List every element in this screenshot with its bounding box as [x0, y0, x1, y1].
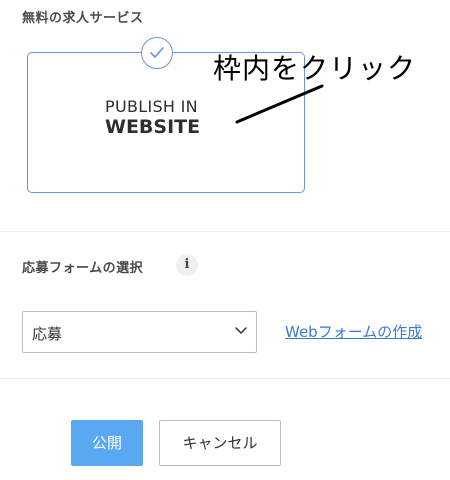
chevron-down-icon [235, 327, 247, 334]
application-form-label: 応募フォームの選択 [22, 261, 144, 276]
check-icon [150, 47, 164, 58]
section-title-free-service: 無料の求人サービス [22, 11, 144, 26]
divider-bottom [0, 378, 450, 379]
info-icon[interactable]: i [176, 254, 198, 276]
publish-button[interactable]: 公開 [71, 420, 143, 466]
publish-logo-line1: PUBLISH IN [105, 97, 198, 116]
annotation-text: 枠内をクリック [213, 52, 417, 85]
application-form-select[interactable]: 応募 [22, 311, 257, 353]
select-value: 応募 [32, 325, 63, 343]
selected-check-badge [141, 37, 173, 69]
cancel-button[interactable]: キャンセル [159, 420, 281, 466]
create-webform-link[interactable]: Webフォームの作成 [285, 321, 422, 342]
publish-logo-line2: WEBSITE [105, 116, 201, 138]
publish-website-logo: PUBLISH IN WEBSITE [105, 97, 225, 139]
divider-top [0, 231, 450, 232]
